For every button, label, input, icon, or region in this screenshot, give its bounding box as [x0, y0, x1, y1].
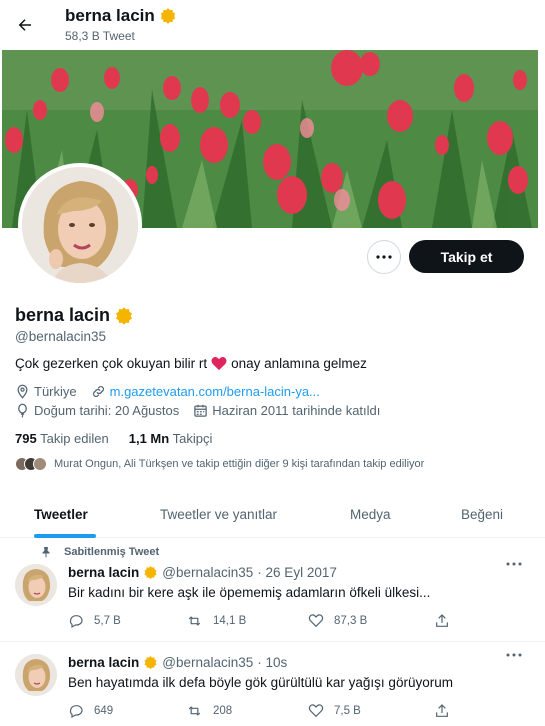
following-count: 795 [15, 431, 37, 446]
verified-badge-icon [144, 655, 157, 670]
tweet-author-name[interactable]: berna lacin [68, 565, 139, 580]
tweet-header: berna lacin @bernalacin35 · 10s [68, 655, 287, 670]
profile-location: Türkiye [34, 384, 77, 399]
follow-stats: 795 Takip edilen 1,1 Mn Takipçi [15, 431, 212, 446]
retweet-icon [188, 706, 201, 716]
reply-icon [69, 615, 83, 629]
like-button[interactable]: 87,3 B [308, 613, 367, 629]
reply-icon [69, 705, 83, 719]
retweet-count: 14,1 B [213, 615, 247, 627]
known-followers-avatars [15, 457, 47, 471]
reply-button[interactable]: 5,7 B [68, 613, 121, 629]
like-button[interactable]: 7,5 B [308, 703, 361, 719]
tweet-item[interactable]: berna lacin @bernalacin35 · 10s Ben haya… [0, 642, 545, 726]
like-count: 87,3 B [334, 615, 368, 627]
profile-tabs: Tweetler Tweetler ve yanıtlar Medya Beğe… [0, 490, 545, 538]
back-button[interactable] [10, 10, 40, 40]
retweet-button[interactable]: 14,1 B [186, 613, 246, 629]
tab-tweets-and-replies[interactable]: Tweetler ve yanıtlar [160, 490, 277, 538]
tweet-time[interactable]: · 10s [257, 655, 287, 670]
tab-likes[interactable]: Beğeni [461, 490, 503, 538]
reply-count: 649 [94, 705, 114, 717]
followers-label: Takipçi [172, 431, 213, 446]
pinned-label: Sabitlenmiş Tweet [64, 546, 160, 558]
profile-more-button[interactable] [367, 240, 401, 274]
followers-link[interactable]: 1,1 Mn Takipçi [129, 431, 213, 446]
tweet-time[interactable]: · 26 Eyl 2017 [257, 565, 337, 580]
verified-badge-icon [116, 306, 133, 325]
balloon-icon [18, 403, 27, 418]
share-icon [436, 704, 448, 717]
tweet-more-button[interactable] [506, 562, 522, 566]
retweet-icon [188, 616, 201, 626]
more-icon [506, 562, 522, 566]
verified-badge-icon [160, 8, 175, 24]
follow-button[interactable]: Takip et [409, 240, 524, 273]
pinned-label-row: Sabitlenmiş Tweet [40, 546, 159, 558]
tweet-author-name[interactable]: berna lacin [68, 655, 139, 670]
profile-bio: Çok gezerken çok okuyan bilir rt onay an… [15, 356, 367, 371]
more-icon [506, 653, 522, 657]
header-name: berna lacin [65, 6, 155, 25]
location-icon [17, 384, 28, 399]
mini-avatar [33, 457, 47, 471]
bio-text-start: Çok gezerken çok okuyan bilir rt [15, 356, 208, 371]
avatar-image [15, 654, 57, 696]
profile-name-text: berna lacin [15, 305, 111, 325]
link-icon [92, 386, 104, 397]
tab-tweets[interactable]: Tweetler [34, 490, 88, 538]
tweet-text: Ben hayatımda ilk defa böyle gök gürültü… [68, 675, 453, 690]
tweet-more-button[interactable] [506, 653, 522, 657]
tweet-avatar[interactable] [15, 654, 57, 696]
reply-count: 5,7 B [94, 615, 121, 627]
profile-joined: Haziran 2011 tarihinde katıldı [212, 403, 381, 418]
like-count: 7,5 B [334, 705, 361, 717]
profile-avatar[interactable] [18, 163, 142, 287]
share-icon [436, 614, 448, 627]
retweet-count: 208 [213, 705, 233, 717]
tweet-author-handle: @bernalacin35 [162, 565, 254, 580]
retweet-button[interactable]: 208 [186, 703, 232, 719]
tweet-author-handle: @bernalacin35 [162, 655, 254, 670]
share-button[interactable] [434, 703, 450, 719]
header-title: berna lacin [65, 6, 177, 26]
back-arrow-icon [18, 19, 31, 31]
tweet-item[interactable]: Sabitlenmiş Tweet berna lacin @bernalaci… [0, 538, 545, 642]
header-tweet-count: 58,3 B Tweet [65, 29, 135, 43]
known-followers[interactable]: Murat Ongun, Ali Türkşen ve takip ettiği… [15, 457, 424, 471]
profile-website-link[interactable]: m.gazetevatan.com/berna-lacin-ya... [110, 384, 320, 399]
profile-name: berna lacin [15, 305, 134, 326]
heart-emoji-icon [211, 357, 227, 371]
tweet-header: berna lacin @bernalacin35 · 26 Eyl 2017 [68, 565, 337, 580]
share-button[interactable] [434, 613, 450, 629]
avatar-image [15, 564, 57, 606]
pin-icon [42, 547, 50, 558]
following-link[interactable]: 795 Takip edilen [15, 431, 109, 446]
followers-count: 1,1 Mn [128, 431, 170, 446]
profile-handle: @bernalacin35 [15, 329, 107, 344]
profile-birthday: Doğum tarihi: 20 Ağustos [34, 403, 180, 418]
calendar-icon [194, 404, 207, 417]
tweet-text: Bir kadını bir kere aşk ile öpememiş ada… [68, 585, 431, 600]
profile-meta-row-2: Doğum tarihi: 20 Ağustos Haziran 2011 ta… [15, 403, 380, 418]
reply-button[interactable]: 649 [68, 703, 113, 719]
like-icon [308, 614, 324, 628]
bio-text-end: onay anlamına gelmez [231, 356, 367, 371]
verified-badge-icon [144, 565, 157, 580]
known-followers-text: Murat Ongun, Ali Türkşen ve takip ettiği… [54, 458, 425, 470]
tab-media[interactable]: Medya [350, 490, 391, 538]
tweet-avatar[interactable] [15, 564, 57, 606]
avatar-image [22, 167, 138, 283]
more-icon [376, 255, 392, 259]
like-icon [308, 704, 324, 718]
tweet-actions: 649 208 7,5 B [68, 703, 468, 723]
top-bar: berna lacin 58,3 B Tweet [0, 0, 545, 50]
following-label: Takip edilen [40, 431, 109, 446]
profile-meta-row-1: Türkiye m.gazetevatan.com/berna-lacin-ya… [15, 384, 320, 399]
tweet-actions: 5,7 B 14,1 B 87,3 B [68, 613, 468, 633]
